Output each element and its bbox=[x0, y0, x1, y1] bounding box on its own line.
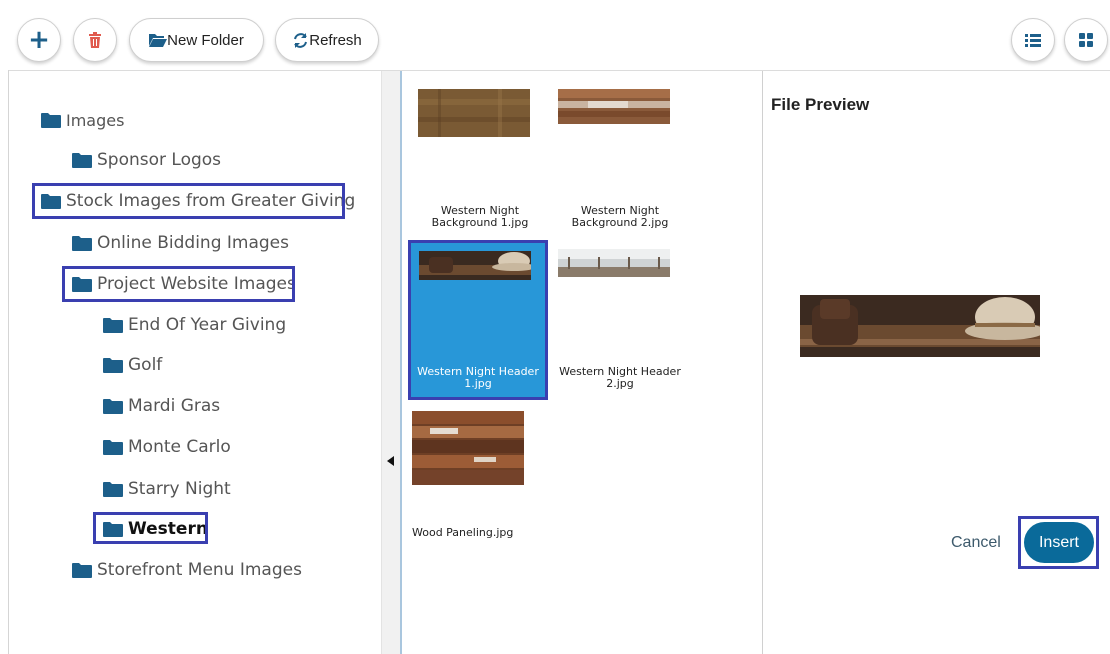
grid-view-icon bbox=[1079, 33, 1093, 47]
list-view-icon bbox=[1025, 33, 1041, 47]
tree-item-mardi-gras[interactable]: Mardi Gras bbox=[103, 394, 220, 418]
tree-item-label: Sponsor Logos bbox=[97, 150, 222, 170]
tree-item-label: Project Website Images bbox=[97, 274, 296, 294]
file-grid: Western Night Background 1.jpg Western N… bbox=[400, 71, 763, 654]
tree-item-monte-carlo[interactable]: Monte Carlo bbox=[103, 435, 231, 459]
folder-icon bbox=[41, 112, 61, 128]
folder-icon bbox=[103, 521, 123, 537]
refresh-icon bbox=[292, 32, 309, 49]
file-thumbnail bbox=[558, 249, 670, 277]
tree-item-project-website-images[interactable]: Project Website Images bbox=[72, 272, 296, 296]
file-thumbnail bbox=[558, 89, 670, 124]
refresh-label: Refresh bbox=[309, 31, 362, 49]
new-folder-button[interactable]: New Folder bbox=[129, 18, 264, 62]
tree-item-label: Monte Carlo bbox=[128, 437, 231, 457]
tree-item-label: Western bbox=[128, 519, 208, 539]
tree-item-images[interactable]: Images bbox=[41, 108, 124, 132]
folder-tree: Images Sponsor Logos Stock Images from G… bbox=[9, 71, 381, 654]
folder-icon bbox=[72, 276, 92, 292]
folder-icon bbox=[103, 317, 123, 333]
folder-icon bbox=[72, 562, 92, 578]
tree-item-label: Stock Images from Greater Giving bbox=[66, 191, 356, 211]
file-name: Western Night Header 2.jpg bbox=[559, 365, 681, 390]
list-view-button[interactable] bbox=[1011, 18, 1055, 62]
new-folder-label: New Folder bbox=[167, 31, 244, 49]
folder-icon bbox=[103, 398, 123, 414]
tree-item-label: Golf bbox=[128, 355, 163, 375]
tree-item-label: Mardi Gras bbox=[128, 396, 221, 416]
collapse-arrow-icon[interactable] bbox=[387, 456, 394, 466]
file-name: Wood Paneling.jpg bbox=[412, 526, 514, 539]
file-name: Western Night Header 1.jpg bbox=[417, 365, 539, 390]
folder-icon bbox=[41, 193, 61, 209]
plus-icon: + bbox=[28, 25, 50, 55]
folder-open-icon bbox=[149, 33, 168, 47]
tree-item-stock-images[interactable]: Stock Images from Greater Giving bbox=[41, 189, 355, 213]
file-tile[interactable]: Western Night Background 2.jpg bbox=[550, 77, 690, 237]
preview-title: File Preview bbox=[771, 95, 870, 114]
refresh-button[interactable]: Refresh bbox=[275, 18, 379, 62]
preview-image bbox=[800, 295, 1045, 357]
file-preview-pane: File Preview Cancel Insert bbox=[763, 71, 1110, 654]
tree-item-storefront-menu-images[interactable]: Storefront Menu Images bbox=[72, 558, 302, 582]
toolbar: + New Folder Refresh bbox=[0, 0, 1110, 70]
folder-icon bbox=[72, 235, 92, 251]
highlight-box: Insert bbox=[1018, 516, 1099, 569]
tree-item-sponsor-logos[interactable]: Sponsor Logos bbox=[72, 148, 221, 172]
tree-item-label: Starry Night bbox=[128, 479, 231, 499]
delete-button[interactable] bbox=[73, 18, 117, 62]
tree-item-label: End Of Year Giving bbox=[128, 315, 287, 335]
file-tile[interactable]: Western Night Background 1.jpg bbox=[410, 77, 550, 237]
file-tile[interactable]: Wood Paneling.jpg bbox=[404, 405, 544, 565]
file-name: Western Night Background 1.jpg bbox=[431, 204, 529, 229]
trash-icon bbox=[88, 32, 102, 48]
tree-item-golf[interactable]: Golf bbox=[103, 353, 162, 377]
tree-item-end-of-year-giving[interactable]: End Of Year Giving bbox=[103, 313, 286, 337]
folder-icon bbox=[103, 439, 123, 455]
tree-item-starry-night[interactable]: Starry Night bbox=[103, 477, 231, 501]
folder-icon bbox=[72, 152, 92, 168]
folder-icon bbox=[103, 481, 123, 497]
pane-splitter[interactable] bbox=[381, 71, 400, 654]
insert-button[interactable]: Insert bbox=[1024, 522, 1094, 563]
folder-icon bbox=[103, 357, 123, 373]
file-thumbnail bbox=[418, 89, 530, 137]
file-thumbnail bbox=[419, 251, 536, 280]
tree-item-online-bidding-images[interactable]: Online Bidding Images bbox=[72, 231, 289, 255]
tree-item-label: Storefront Menu Images bbox=[97, 560, 302, 580]
cancel-button[interactable]: Cancel bbox=[951, 534, 1001, 552]
tree-item-western[interactable]: Western bbox=[103, 517, 208, 541]
grid-view-button[interactable] bbox=[1064, 18, 1108, 62]
file-name: Western Night Background 2.jpg bbox=[571, 204, 669, 229]
file-tile[interactable]: Western Night Header 2.jpg bbox=[550, 243, 690, 403]
add-button[interactable]: + bbox=[17, 18, 61, 62]
file-tile-selected[interactable]: Western Night Header 1.jpg bbox=[408, 240, 548, 400]
file-thumbnail bbox=[412, 411, 524, 485]
tree-item-label: Images bbox=[66, 110, 125, 130]
tree-item-label: Online Bidding Images bbox=[97, 233, 289, 253]
